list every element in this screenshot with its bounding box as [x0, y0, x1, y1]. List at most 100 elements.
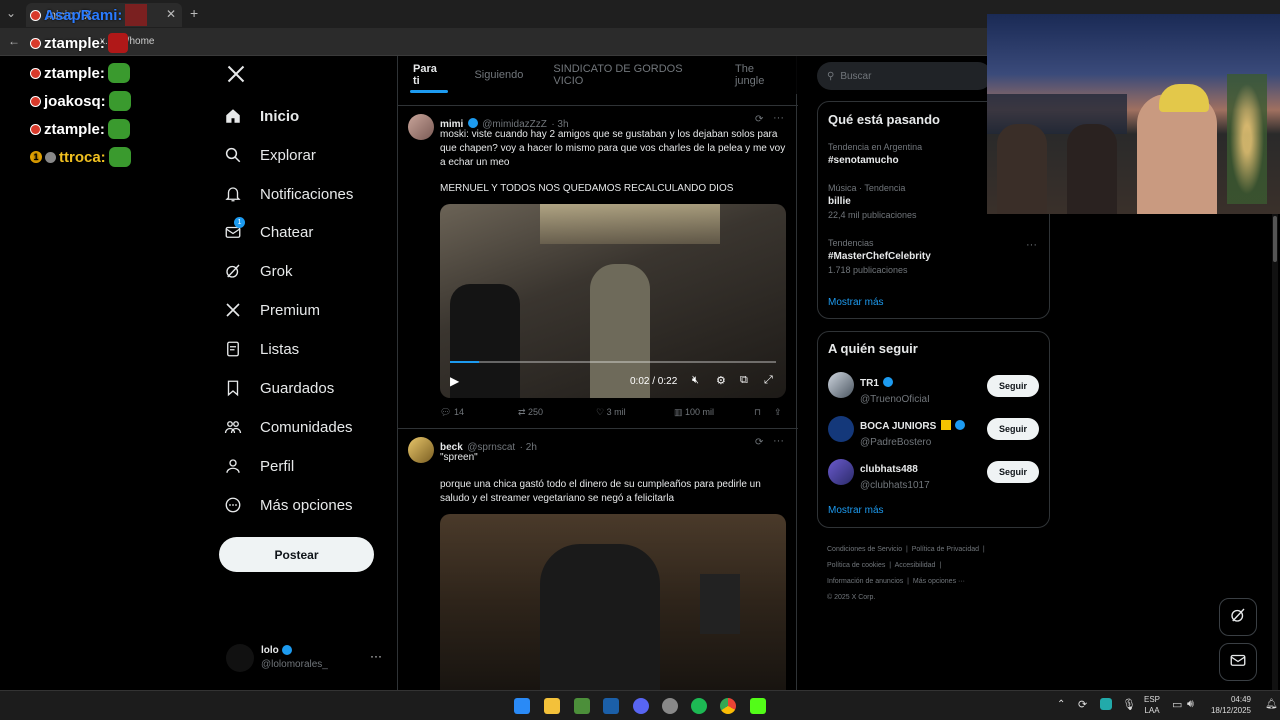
footer-link[interactable]: Información de anuncios	[827, 578, 903, 585]
nav-item-inicio[interactable]: Inicio	[222, 97, 299, 135]
pip-icon[interactable]: ⧉	[740, 374, 748, 387]
kick-icon[interactable]	[750, 698, 766, 714]
lang-code: ESP	[1144, 695, 1161, 704]
avatar[interactable]	[828, 459, 854, 485]
footer-link[interactable]: Accesibilidad	[895, 562, 936, 569]
more-icon[interactable]: ···	[1026, 239, 1037, 251]
avatar[interactable]	[408, 114, 434, 140]
tray-app-icon[interactable]	[1100, 698, 1112, 710]
avatar[interactable]	[408, 437, 434, 463]
trend-item[interactable]: Tendencia en Argentina #senotamucho	[828, 142, 922, 166]
obs-icon[interactable]	[662, 698, 678, 714]
nav-item-mas-opciones[interactable]: Más opciones	[222, 486, 353, 524]
follow-button[interactable]: Seguir	[987, 461, 1039, 483]
timeline: Para ti Siguiendo SINDICATO DE GORDOS VI…	[397, 56, 798, 690]
chrome-icon[interactable]	[720, 698, 736, 714]
bookmark-icon[interactable]: ⊓	[754, 407, 761, 418]
mute-icon[interactable]: 🔇︎	[692, 374, 699, 387]
scrollbar[interactable]	[1272, 214, 1278, 690]
reply-button[interactable]: 💬︎ 14	[440, 407, 464, 418]
scrollbar-thumb[interactable]	[1273, 216, 1277, 262]
messages-float-button[interactable]	[1219, 643, 1257, 681]
footer-link[interactable]: Más opciones ···	[913, 578, 965, 585]
x-logo-icon[interactable]	[226, 64, 246, 89]
tab-list-icon[interactable]: ⌄	[6, 6, 16, 20]
video-progress-track[interactable]	[450, 361, 776, 363]
clock-time: 04:49	[1230, 695, 1251, 704]
discord-icon[interactable]	[633, 698, 649, 714]
nav-item-grok[interactable]: Grok	[222, 252, 293, 290]
grok-float-button[interactable]	[1219, 598, 1257, 636]
nav-item-explorar[interactable]: Explorar	[222, 136, 316, 174]
follow-suggestion[interactable]: TR1 @TruenoOficiaI	[860, 373, 930, 405]
language-indicator[interactable]: ESP LAA	[1144, 694, 1160, 716]
chat-user: ztample:	[44, 34, 105, 52]
footer-link[interactable]: Política de Privacidad	[912, 546, 979, 553]
nav-label: Grok	[260, 262, 293, 280]
more-icon[interactable]: ···	[773, 112, 784, 124]
like-button[interactable]: ♡ 3 mil	[596, 407, 626, 418]
footer-link[interactable]: Política de cookies	[827, 562, 885, 569]
nav-item-chatear[interactable]: 1 Chatear	[222, 213, 313, 251]
tab-the-jungle[interactable]: The jungle	[720, 63, 798, 87]
trend-context: Tendencia en Argentina	[828, 142, 923, 152]
nav-item-comunidades[interactable]: Comunidades	[222, 408, 353, 446]
fullscreen-icon[interactable]: ⤢	[764, 374, 773, 387]
file-explorer-icon[interactable]	[544, 698, 560, 714]
post-button[interactable]: Postear	[219, 537, 374, 572]
active-tab-indicator	[410, 90, 448, 93]
share-icon[interactable]: ⇪	[774, 407, 782, 418]
views-button[interactable]: ▥ 100 mil	[674, 407, 714, 418]
tab-siguiendo[interactable]: Siguiendo	[459, 69, 538, 81]
show-more-link[interactable]: Mostrar más	[828, 297, 884, 308]
play-icon[interactable]: ▶	[450, 374, 459, 388]
verified-icon	[281, 645, 292, 656]
repost-button[interactable]: ⇄ 250	[518, 407, 543, 418]
more-icon[interactable]: ···	[370, 649, 382, 663]
chat-user: joakosq:	[44, 92, 106, 110]
follow-button[interactable]: Seguir	[987, 375, 1039, 397]
nav-item-perfil[interactable]: Perfil	[222, 447, 294, 485]
close-tab-icon[interactable]: ✕	[166, 7, 176, 21]
network-icon[interactable]: ▭	[1172, 698, 1182, 711]
follow-button[interactable]: Seguir	[987, 418, 1039, 440]
avatar[interactable]	[828, 416, 854, 442]
new-tab-icon[interactable]: +	[190, 5, 198, 21]
notification-icon[interactable]: 🔔︎	[1265, 699, 1278, 710]
settings-icon[interactable]: ⚙	[716, 374, 726, 387]
grok-icon[interactable]: ⟳	[755, 437, 763, 448]
follow-suggestion[interactable]: BOCA JUNIORS @PadreBostero	[860, 416, 966, 448]
tab-sindicato[interactable]: SINDICATO DE GORDOS VICIO	[538, 63, 720, 87]
trend-item[interactable]: Tendencias #MasterChefCelebrity 1.718 pu…	[828, 238, 931, 275]
back-icon[interactable]: ←	[8, 34, 20, 48]
clock[interactable]: 04:49 18/12/2025	[1205, 694, 1251, 716]
microphone-icon[interactable]: 🎙︎	[1122, 698, 1136, 711]
show-more-link[interactable]: Mostrar más	[828, 505, 884, 516]
steam-icon[interactable]	[603, 698, 619, 714]
chat-line: ztample:	[30, 62, 130, 84]
spotify-icon[interactable]	[691, 698, 707, 714]
post-video[interactable]: ▶ 0:02 / 0:22 🔇︎ ⚙ ⧉ ⤢	[440, 204, 786, 398]
tab-para-ti[interactable]: Para ti	[398, 63, 459, 87]
app-icon[interactable]	[574, 698, 590, 714]
nav-item-notificaciones[interactable]: Notificaciones	[222, 175, 353, 213]
video-time: 0:02 / 0:22	[630, 376, 678, 387]
nav-item-guardados[interactable]: Guardados	[222, 369, 334, 407]
volume-icon[interactable]: 🔊︎	[1187, 698, 1194, 711]
follow-handle: @TruenoOficiaI	[860, 394, 930, 405]
windows-start-icon[interactable]	[514, 698, 530, 714]
search-input[interactable]: Buscar	[840, 71, 871, 82]
nav-item-listas[interactable]: Listas	[222, 330, 299, 368]
avatar[interactable]	[828, 372, 854, 398]
account-switcher[interactable]: lolo @lolomorales_ ···	[226, 644, 386, 674]
search-box[interactable]: ⚲ Buscar	[817, 62, 992, 90]
footer-link[interactable]: Condiciones de Servicio	[827, 546, 902, 553]
nav-item-premium[interactable]: Premium	[222, 291, 320, 329]
trend-item[interactable]: Música · Tendencia billie 22,4 mil publi…	[828, 183, 917, 220]
grok-icon[interactable]: ⟳	[755, 114, 763, 125]
post-image[interactable]	[440, 514, 786, 690]
tray-chevron-icon[interactable]: ⌃	[1057, 699, 1065, 710]
follow-suggestion[interactable]: clubhats488 @clubhats1017	[860, 459, 930, 491]
sync-icon[interactable]: ⟳	[1078, 698, 1087, 711]
more-icon[interactable]: ···	[773, 435, 784, 447]
